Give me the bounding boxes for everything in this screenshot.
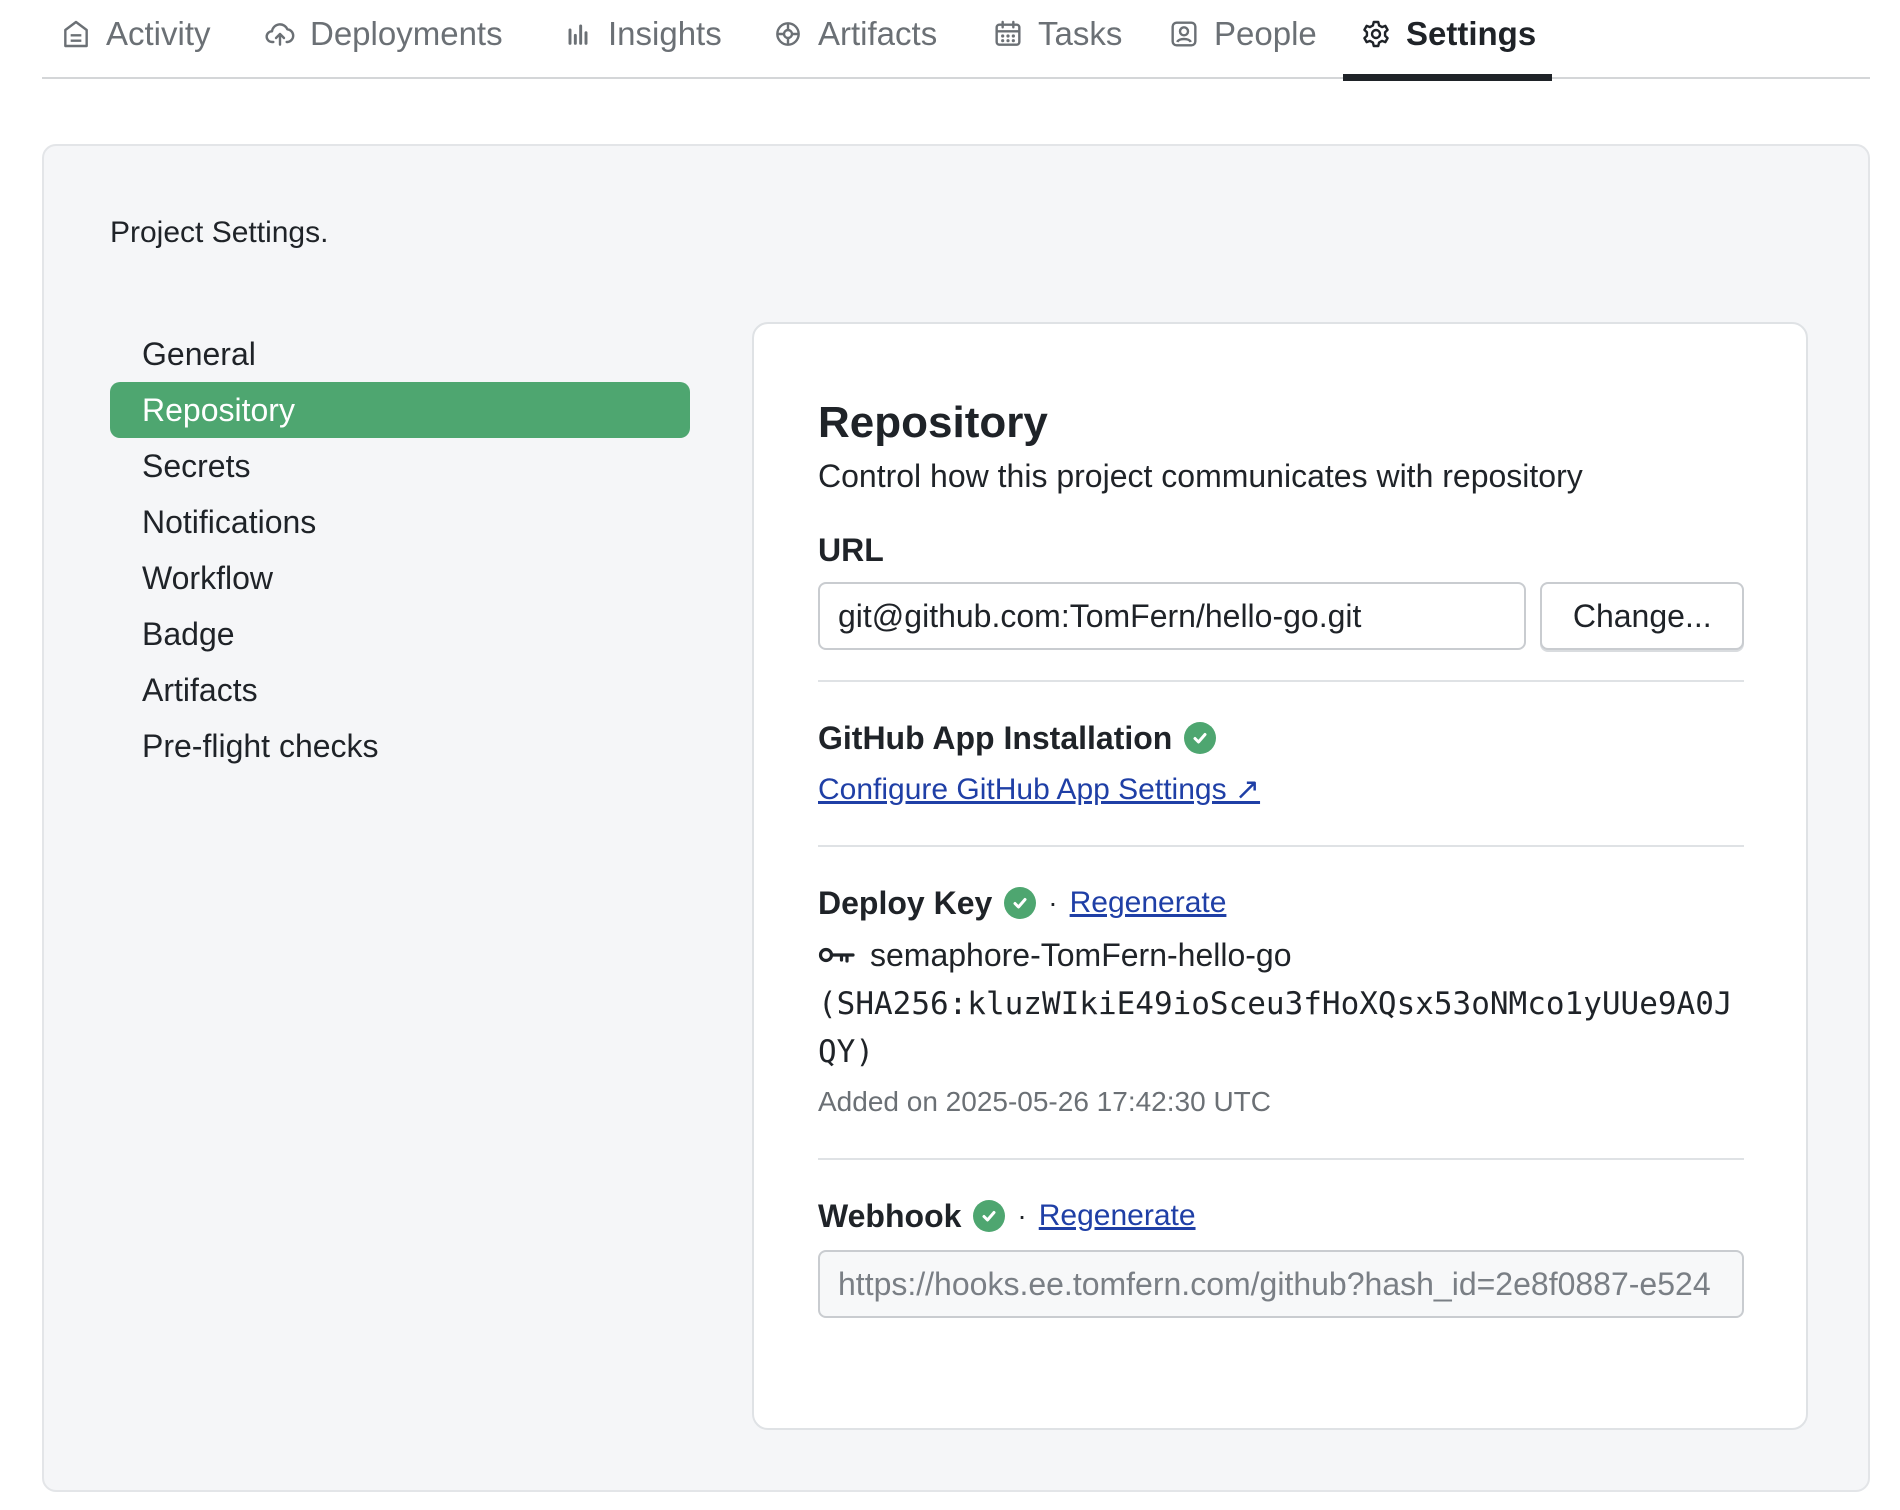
tab-artifacts[interactable]: Artifacts <box>772 0 937 79</box>
sidebar-item-artifacts[interactable]: Artifacts <box>110 662 690 718</box>
page-title: Project Settings. <box>110 216 329 249</box>
key-icon <box>818 937 856 974</box>
tab-settings[interactable]: Settings <box>1342 0 1553 81</box>
sidebar-item-repository[interactable]: Repository <box>110 382 690 438</box>
sidebar-item-workflow[interactable]: Workflow <box>110 550 690 606</box>
divider <box>818 845 1744 847</box>
tab-label: Activity <box>106 14 211 52</box>
calendar-icon <box>992 18 1024 50</box>
configure-github-app-link[interactable]: Configure GitHub App Settings ↗ <box>818 773 1260 806</box>
section-subtitle: Control how this project communicates wi… <box>818 458 1583 494</box>
project-tab-bar: Activity Deployments Insights Artifacts <box>42 0 1870 81</box>
regenerate-webhook-link[interactable]: Regenerate <box>1039 1199 1196 1233</box>
webhook-label: Webhook <box>818 1198 962 1234</box>
sidebar-item-general[interactable]: General <box>110 326 690 382</box>
sidebar-item-preflight-checks[interactable]: Pre-flight checks <box>110 718 690 774</box>
tab-label: Deployments <box>310 14 503 52</box>
tab-insights[interactable]: Insights <box>562 0 722 79</box>
sidebar-item-secrets[interactable]: Secrets <box>110 438 690 494</box>
section-title: Repository <box>818 398 1048 447</box>
bar-chart-icon <box>562 18 594 50</box>
sidebar-item-notifications[interactable]: Notifications <box>110 494 690 550</box>
check-circle-icon <box>1004 887 1037 919</box>
settings-sidenav: General Repository Secrets Notifications… <box>110 326 690 774</box>
separator-dot: · <box>1048 887 1058 918</box>
tab-activity[interactable]: Activity <box>60 0 211 79</box>
url-row: Change... <box>818 582 1744 650</box>
deploy-key-name: semaphore-TomFern-hello-go <box>870 937 1292 973</box>
webhook-header: Webhook · Regenerate <box>818 1196 1744 1236</box>
deploy-key-fingerprint: (SHA256:kluzWIkiE49ioSceu3fHoXQsx53oNMco… <box>818 986 1733 1070</box>
repository-url-field[interactable] <box>818 582 1527 650</box>
deploy-key-name-row: semaphore-TomFern-hello-go <box>818 937 1744 974</box>
repository-card: Repository Control how this project comm… <box>752 322 1808 1430</box>
activity-icon <box>60 18 92 50</box>
regenerate-deploy-key-link[interactable]: Regenerate <box>1070 886 1227 920</box>
tab-people[interactable]: People <box>1168 0 1317 79</box>
deploy-key-added-date: Added on 2025-05-26 17:42:30 UTC <box>818 1086 1271 1117</box>
tab-label: Settings <box>1406 14 1537 52</box>
deploy-key-label: Deploy Key <box>818 885 993 921</box>
github-app-header: GitHub App Installation <box>818 718 1744 758</box>
tab-tasks[interactable]: Tasks <box>992 0 1122 79</box>
divider <box>818 680 1744 682</box>
github-app-link-row: Configure GitHub App Settings ↗ <box>818 772 1744 807</box>
tab-label: Tasks <box>1038 14 1123 52</box>
gear-icon <box>1360 18 1392 50</box>
divider <box>818 1158 1744 1160</box>
tab-label: Artifacts <box>818 14 938 52</box>
webhook-url-field[interactable] <box>818 1250 1744 1318</box>
check-circle-icon <box>973 1200 1006 1232</box>
url-label: URL <box>818 532 884 568</box>
person-icon <box>1168 18 1200 50</box>
artifacts-icon <box>772 18 804 50</box>
deploy-key-header: Deploy Key · Regenerate <box>818 883 1744 923</box>
github-app-label: GitHub App Installation <box>818 720 1173 756</box>
sidebar-item-badge[interactable]: Badge <box>110 606 690 662</box>
check-circle-icon <box>1184 722 1217 754</box>
tab-deployments[interactable]: Deployments <box>264 0 503 79</box>
separator-dot: · <box>1017 1200 1027 1231</box>
tab-label: Insights <box>608 14 722 52</box>
settings-panel: Project Settings. General Repository Sec… <box>42 144 1870 1492</box>
change-url-button[interactable]: Change... <box>1540 582 1744 650</box>
cloud-upload-icon <box>264 18 296 50</box>
tab-label: People <box>1214 14 1317 52</box>
